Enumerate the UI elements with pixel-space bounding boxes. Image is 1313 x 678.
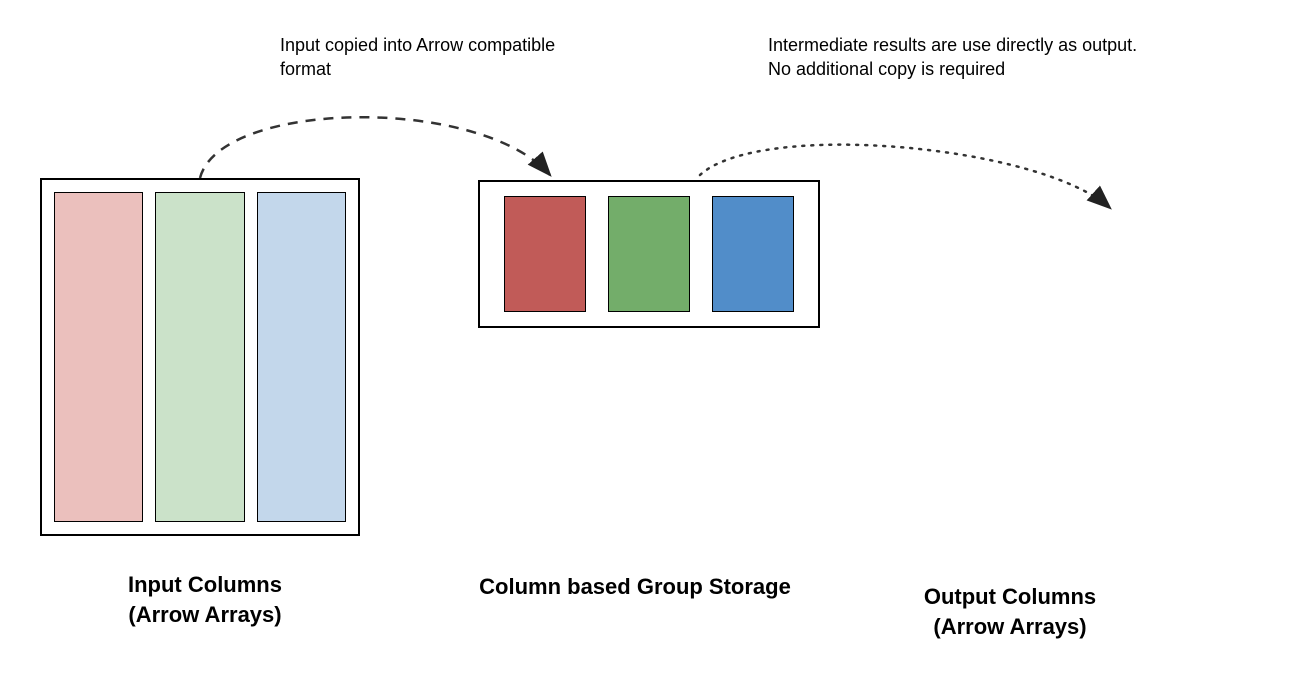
input-column-blue	[257, 192, 346, 522]
annotation-copy: Input copied into Arrow compatible forma…	[280, 33, 620, 82]
storage-column-red	[504, 196, 586, 312]
caption-storage: Column based Group Storage	[460, 572, 810, 602]
input-column-green	[155, 192, 244, 522]
group-storage-container	[478, 180, 820, 328]
annotation-output: Intermediate results are use directly as…	[768, 33, 1198, 82]
storage-column-green	[608, 196, 690, 312]
caption-output: Output Columns (Arrow Arrays)	[900, 582, 1120, 641]
input-column-red	[54, 192, 143, 522]
caption-input: Input Columns (Arrow Arrays)	[100, 570, 310, 629]
storage-column-blue	[712, 196, 794, 312]
input-columns-container	[40, 178, 360, 536]
dashed-arrow	[200, 117, 550, 178]
